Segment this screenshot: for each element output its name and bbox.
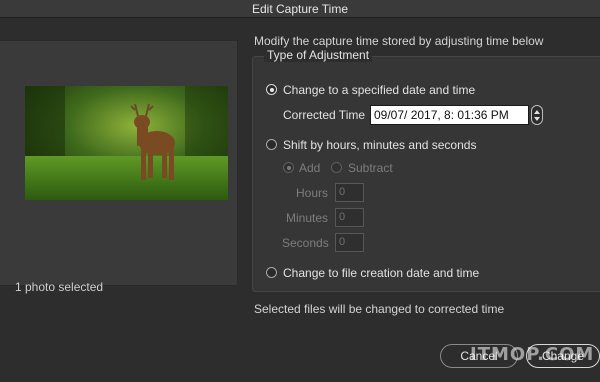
adjustment-group-title: Type of Adjustment	[264, 48, 373, 62]
photo-thumbnail[interactable]	[25, 86, 228, 200]
radio-subtract-label[interactable]: Subtract	[348, 161, 393, 175]
change-button[interactable]: Change	[526, 344, 600, 368]
cancel-button[interactable]: Cancel	[440, 344, 518, 368]
stepper-down-icon[interactable]	[534, 117, 540, 121]
minutes-label: Minutes	[286, 211, 329, 225]
radio-add[interactable]	[283, 162, 294, 173]
radio-subtract[interactable]	[331, 162, 342, 173]
corrected-time-label: Corrected Time	[283, 108, 366, 122]
stepper-up-icon[interactable]	[534, 110, 540, 114]
radio-shift-time-label[interactable]: Shift by hours, minutes and seconds	[283, 138, 476, 152]
corrected-time-field[interactable]: 09/07/ 2017, 8: 01:36 PM	[370, 105, 529, 125]
hours-label: Hours	[296, 186, 329, 200]
selection-count: 1 photo selected	[15, 280, 104, 294]
minutes-input[interactable]: 0	[335, 208, 364, 227]
window-title: Edit Capture Time	[0, 0, 600, 18]
deer-photo-image	[25, 86, 228, 200]
time-stepper[interactable]	[531, 105, 543, 125]
description-text: Modify the capture time stored by adjust…	[254, 34, 544, 48]
hours-input[interactable]: 0	[335, 183, 364, 202]
seconds-input[interactable]: 0	[335, 233, 364, 252]
radio-file-creation-label[interactable]: Change to file creation date and time	[283, 266, 479, 280]
radio-specified-date[interactable]	[266, 84, 277, 95]
radio-specified-date-label[interactable]: Change to a specified date and time	[283, 83, 475, 97]
radio-add-label[interactable]: Add	[299, 161, 320, 175]
footer-note: Selected files will be changed to correc…	[254, 302, 505, 316]
seconds-label: Seconds	[282, 236, 329, 250]
radio-file-creation[interactable]	[266, 267, 277, 278]
radio-shift-time[interactable]	[266, 139, 277, 150]
